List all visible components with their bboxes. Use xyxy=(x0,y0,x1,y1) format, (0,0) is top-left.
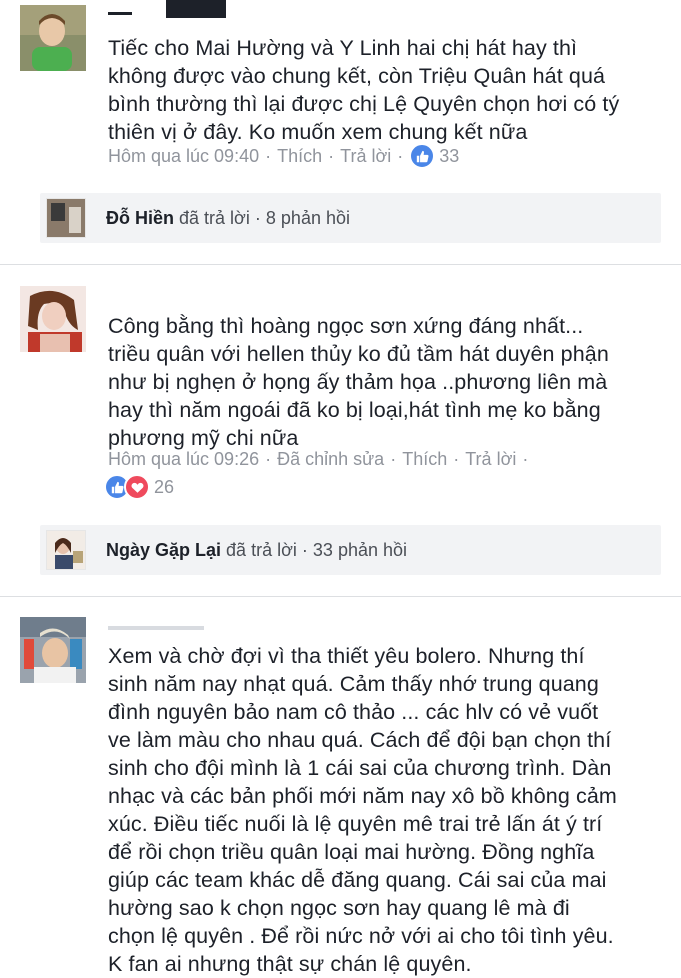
comment-timestamp[interactable]: Hôm qua lúc 09:40 xyxy=(108,146,259,167)
reply-summary[interactable]: Đỗ Hiền đã trả lời · 8 phản hồi xyxy=(40,193,661,243)
reply-button[interactable]: Trả lời xyxy=(465,449,516,470)
reply-author[interactable]: Ngày Gặp Lại xyxy=(106,540,221,560)
reactions-row: 26 xyxy=(104,474,174,500)
like-button[interactable]: Thích xyxy=(402,449,447,470)
comment-timestamp[interactable]: Hôm qua lúc 09:26 xyxy=(108,449,259,470)
reply-count[interactable]: 8 phản hồi xyxy=(266,208,350,228)
comment-text: Tiếc cho Mai Hường và Y Linh hai chị hát… xyxy=(108,36,620,144)
edited-label[interactable]: Đã chỉnh sửa xyxy=(277,449,384,470)
love-reaction-icon xyxy=(124,474,150,500)
reaction-count: 33 xyxy=(439,145,460,166)
commenter-name-redacted xyxy=(108,0,226,18)
reply-separator: · xyxy=(301,539,308,560)
commenter-name-hidden xyxy=(108,624,208,632)
comment-text: Xem và chờ đợi vì tha thiết yêu bolero. … xyxy=(108,644,617,976)
reply-count[interactable]: 33 phản hồi xyxy=(313,540,407,560)
reply-avatar xyxy=(46,198,86,238)
reply-summary[interactable]: Ngày Gặp Lại đã trả lời · 33 phản hồi xyxy=(40,525,661,575)
commenter-avatar[interactable] xyxy=(20,617,86,683)
reply-action: đã trả lời xyxy=(179,207,250,228)
comment-meta: Hôm qua lúc 09:26 · Đã chỉnh sửa · Thích… xyxy=(108,449,529,470)
reply-author[interactable]: Đỗ Hiền xyxy=(106,208,174,228)
reply-button[interactable]: Trả lời xyxy=(340,146,391,167)
like-reaction-icon xyxy=(409,143,436,169)
man-avatar-image xyxy=(20,617,86,683)
like-button[interactable]: Thích xyxy=(277,146,322,167)
commenter-avatar[interactable] xyxy=(20,286,86,352)
reply-avatar xyxy=(46,530,86,570)
woman-avatar-image xyxy=(20,286,86,352)
reply-action: đã trả lời xyxy=(226,539,297,560)
reaction-count: 26 xyxy=(154,476,175,497)
comment-divider xyxy=(0,264,681,265)
child-avatar-image xyxy=(20,5,86,71)
commenter-avatar[interactable] xyxy=(20,5,86,71)
reply-separator: · xyxy=(254,207,261,228)
comment-divider xyxy=(0,596,681,597)
reactions-summary[interactable]: 26 xyxy=(104,474,174,500)
reactions-summary[interactable]: 33 xyxy=(409,143,459,169)
comment-text: Công bằng thì hoàng ngọc sơn xứng đáng n… xyxy=(108,314,609,450)
comment-meta: Hôm qua lúc 09:40 · Thích · Trả lời · 33 xyxy=(108,143,459,169)
